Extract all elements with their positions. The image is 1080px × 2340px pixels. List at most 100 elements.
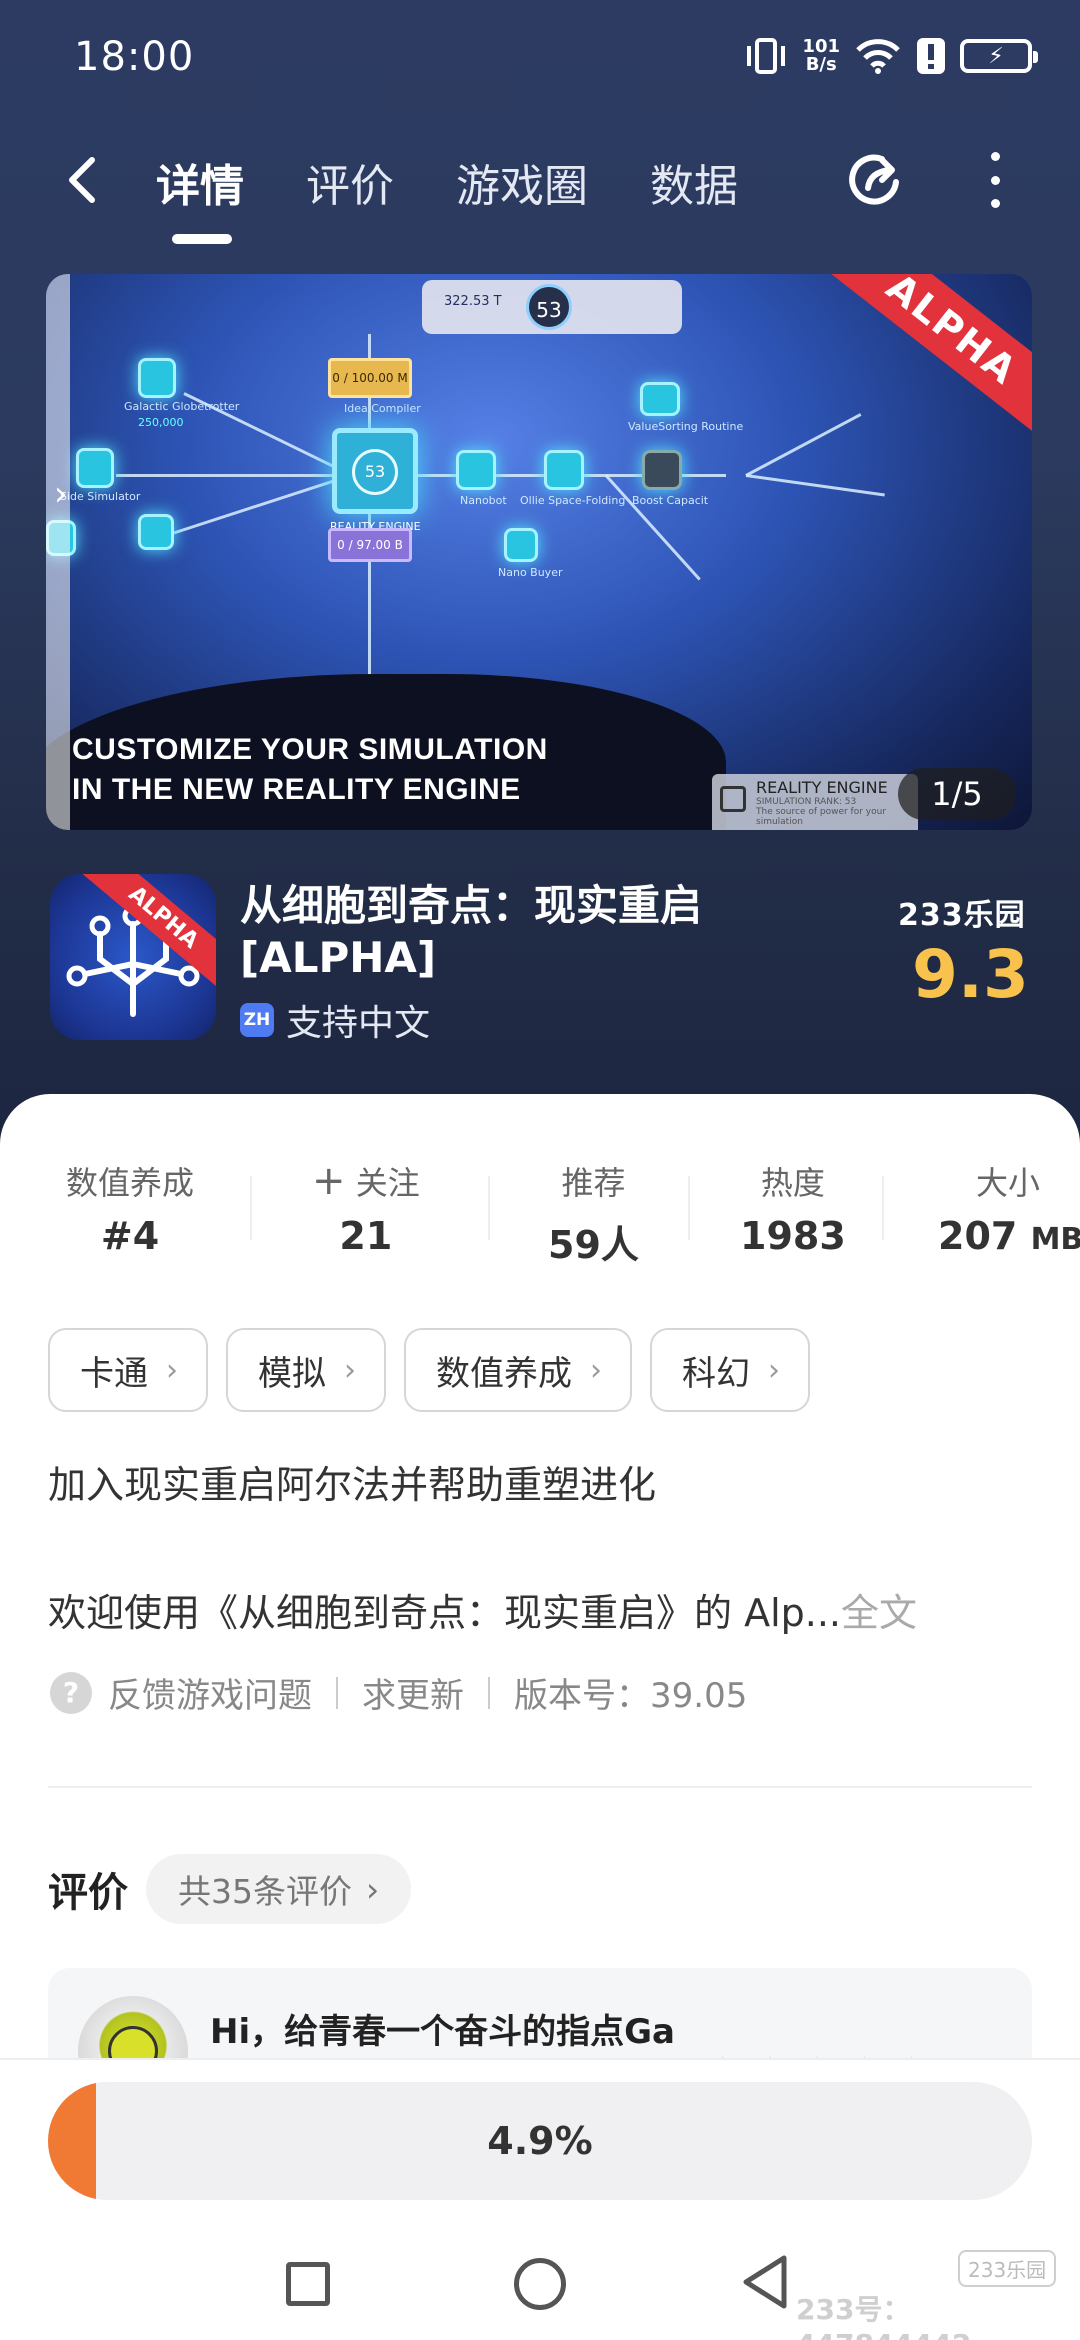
status-bar: 18:00 101 B/s ⚡ [0,0,1080,120]
idea-compiler-box: 0 / 100.00 M [328,358,412,398]
system-back-button[interactable] [740,2252,790,2312]
app-icon: ALPHA [50,874,216,1040]
tab-reviews[interactable]: 评价 [306,150,394,214]
chevron-right-icon: › [54,474,68,514]
size-value: 207 [938,1214,1018,1258]
tab-details[interactable]: 详情 [156,150,244,244]
reality-engine-node: 53 [332,428,418,514]
boost-capacity-label: Boost Capacit [632,494,709,507]
share-button[interactable] [844,148,908,212]
tag-list: 卡通 › 模拟 › 数值养成 › 科幻 › [48,1328,810,1412]
purple-upgrade-box: 0 / 97.00 B [328,528,412,562]
wifi-icon [856,39,900,74]
chevron-left-icon [69,157,95,203]
battery-icon: ⚡ [960,39,1038,73]
tab-data-label: 数据 [650,161,738,212]
side-simulator-label: Side Simulator [60,490,141,503]
resource-bar: 322.53 T 53 [422,280,682,334]
tab-reviews-label: 评价 [306,161,394,212]
read-more-link[interactable]: 全文 [841,1591,917,1635]
alpha-ribbon: ALPHA [822,274,1032,440]
stat-recommend[interactable]: 推荐 59人 [548,1158,639,1269]
panel-subtitle: SIMULATION RANK: 53 [756,797,857,807]
connector-line [604,474,701,581]
reviews-count-label: 共35条评价 [178,1872,352,1911]
home-button[interactable] [514,2258,566,2310]
space-folding-node [544,450,584,490]
stat-popularity[interactable]: 热度 1983 [740,1158,846,1258]
reviewer-name: Hi，给青春一个奋斗的指点Ga [210,2012,675,2052]
stat-value: 207 MB [938,1214,1080,1258]
nanobot-label: Nanobot [460,494,507,507]
download-progress-button[interactable]: 4.9% [48,2082,1032,2200]
tag-scifi[interactable]: 科幻 › [650,1328,810,1412]
watermark-logo: 233乐园 [958,2250,1057,2287]
square-icon [720,786,746,812]
meta-row: ? 反馈游戏问题 求更新 版本号：39.05 [50,1668,747,1717]
meta-separator [336,1676,338,1709]
resource-value: 322.53 T [444,294,502,309]
nanobot-node [456,450,496,490]
request-update-link[interactable]: 求更新 [362,1668,464,1717]
feedback-link[interactable]: 反馈游戏问题 [108,1668,312,1717]
reviews-title: 评价 [48,1870,128,1916]
globetrotter-value: 250,000 [138,416,184,429]
tab-active-indicator [172,234,232,244]
value-sorting-node [640,382,680,416]
screenshot-carousel[interactable]: 322.53 T 53 0 / 100.00 M Idea Compiler 5… [46,274,1032,830]
dot-icon [990,152,1000,161]
zh-badge-icon: ZH [240,1003,274,1037]
back-button[interactable] [62,150,110,210]
space-folding-label: Ollie Space-Folding [520,494,626,507]
tab-game-circle-label: 游戏圈 [456,161,588,212]
reviews-count-button[interactable]: 共35条评价 › [146,1854,412,1924]
connector-line [745,413,862,477]
promo-line-1: CUSTOMIZE YOUR SIMULATION [72,733,548,766]
stat-divider [882,1176,884,1240]
description-text: 欢迎使用《从细胞到奇点：现实重启》的 Alp... [48,1591,841,1635]
chevron-right-icon: › [768,1352,780,1388]
boost-capacity-node [642,450,682,490]
globetrotter-node [138,358,176,398]
reviews-header: 评价 共35条评价 › [48,1854,412,1924]
stat-divider [250,1176,252,1240]
plus-icon: + [312,1158,346,1204]
stat-value: 21 [339,1214,393,1258]
dot-icon [990,199,1000,208]
meta-separator [488,1676,490,1709]
carousel-counter: 1/5 [898,768,1016,820]
nano-buyer-label: Nano Buyer [498,566,563,579]
panel-description: The source of power for your simulation [756,807,887,827]
chevron-right-icon: › [344,1352,356,1388]
tab-details-label: 详情 [156,161,244,212]
tag-simulation[interactable]: 模拟 › [226,1328,386,1412]
vibrate-icon [747,38,786,74]
stat-size: 大小 207 MB [938,1158,1080,1258]
size-unit: MB [1030,1222,1080,1257]
panel-title: REALITY ENGINE [756,778,888,797]
chevron-right-icon: › [366,1869,380,1909]
alert-icon [917,38,945,74]
tag-cartoon[interactable]: 卡通 › [48,1328,208,1412]
tag-idle[interactable]: 数值养成 › [404,1328,632,1412]
app-score: 9.3 [912,936,1029,1013]
stat-category-rank[interactable]: 数值养成 #4 [66,1158,194,1258]
help-icon: ? [50,1671,92,1714]
tab-game-circle[interactable]: 游戏圈 [456,150,588,214]
tab-data[interactable]: 数据 [650,150,738,214]
language-label: 支持中文 [286,1003,431,1044]
stat-follow[interactable]: + 关注 21 [312,1158,420,1258]
stat-value: 1983 [740,1214,846,1258]
carousel-prev-preview[interactable] [46,274,70,830]
side-simulator-node [76,448,114,488]
chevron-right-icon: › [166,1352,178,1388]
stat-label: 热度 [760,1164,825,1202]
recent-apps-button[interactable] [286,2262,330,2306]
small-node [138,514,174,550]
nano-buyer-node [504,528,538,562]
tag-label: 数值养成 [436,1353,572,1394]
triangle-back-icon [743,2255,787,2309]
section-divider [48,1786,1032,1788]
promo-text: CUSTOMIZE YOUR SIMULATION IN THE NEW REA… [72,730,548,810]
more-options-button[interactable] [980,152,1010,208]
